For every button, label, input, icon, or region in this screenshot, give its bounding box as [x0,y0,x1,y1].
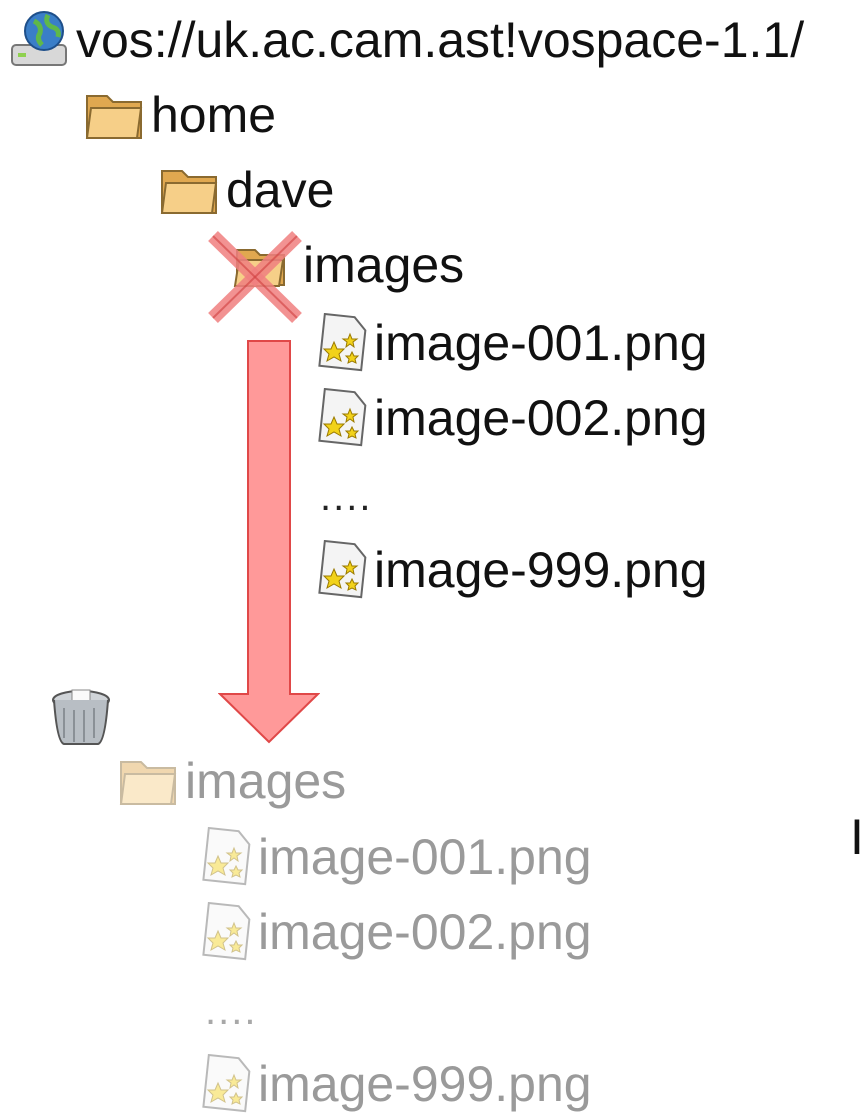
image-file-icon [196,901,254,963]
trash-file-label: image-999.png [258,1056,592,1112]
file-label: image-999.png [374,542,708,598]
folder-icon [117,752,179,810]
deleted-folder-icon [207,230,303,326]
home-label: home [151,87,277,143]
trash-file-row[interactable]: image-999.png [196,1049,592,1119]
tree-item-dave[interactable]: dave [158,155,334,225]
file-label: image-002.png [374,390,708,446]
image-file-icon [312,539,370,601]
trash-file-label: image-002.png [258,904,592,960]
ellipsis: .... [205,988,258,1033]
images-deleted-label: images [303,237,465,293]
trash-file-label: image-001.png [258,829,592,885]
image-file-icon [312,312,370,374]
image-file-icon [196,826,254,888]
tree-item-home[interactable]: home [83,80,276,150]
trash-ellipsis-row: .... [205,976,257,1046]
tree-root-row[interactable]: vos://uk.ac.cam.ast!vospace-1.1/ [8,5,804,75]
image-file-icon [312,387,370,449]
ellipsis: .... [320,474,373,519]
network-drive-globe-icon [8,9,72,71]
trash-file-row[interactable]: image-002.png [196,897,592,967]
move-to-trash-arrow [218,340,320,744]
clipped-edge-text: I [850,809,861,865]
file-row[interactable]: image-001.png [312,308,708,378]
file-label: image-001.png [374,315,708,371]
trash-images-label: images [185,753,347,809]
trash-can-icon[interactable] [50,688,112,748]
image-file-icon [196,1053,254,1115]
ellipsis-row: .... [320,462,372,532]
dave-label: dave [226,162,335,218]
file-row[interactable]: image-002.png [312,383,708,453]
root-label: vos://uk.ac.cam.ast!vospace-1.1/ [76,12,805,68]
trash-item-images[interactable]: images [117,746,346,816]
tree-item-images-deleted[interactable]: images [207,230,465,324]
file-row[interactable]: image-999.png [312,535,708,605]
folder-icon [83,86,145,144]
folder-icon [158,161,220,219]
trash-file-row[interactable]: image-001.png [196,822,592,892]
